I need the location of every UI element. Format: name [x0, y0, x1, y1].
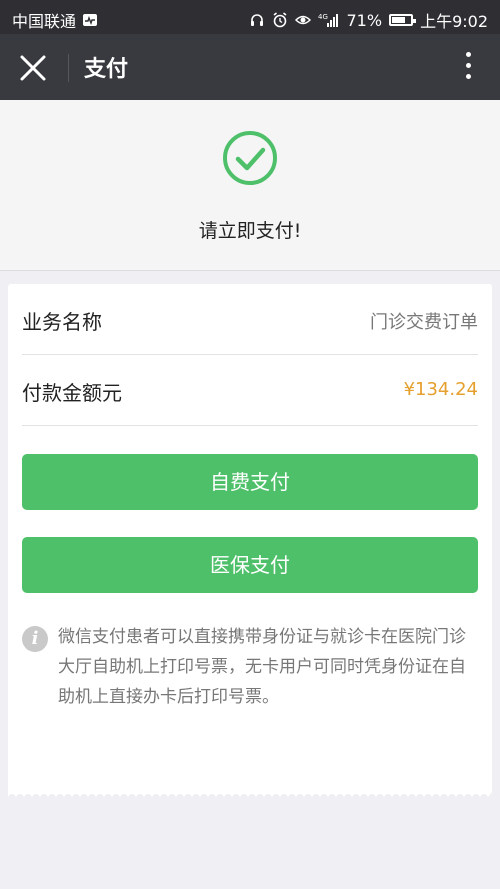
- status-bar: 中国联通 4G 71% 上午9:02: [0, 0, 500, 34]
- amount-value: ¥134.24: [403, 379, 478, 400]
- carrier-label: 中国联通: [12, 12, 77, 31]
- payment-prompt: 请立即支付!: [0, 100, 500, 271]
- svg-text:4G: 4G: [318, 13, 328, 21]
- status-right: 4G 71% 上午9:02: [249, 8, 488, 32]
- battery-icon: [389, 14, 417, 26]
- receipt-edge: [8, 784, 492, 797]
- clock: 上午9:02: [420, 12, 488, 31]
- amount-row: 付款金额元 ¥134.24: [22, 355, 478, 426]
- eye-icon: [294, 15, 311, 25]
- page-title: 支付: [84, 57, 129, 82]
- info-icon: i: [22, 626, 48, 652]
- close-icon[interactable]: [18, 53, 48, 83]
- insurance-pay-button[interactable]: 医保支付: [22, 537, 478, 593]
- nav-divider: [68, 54, 69, 82]
- signal-4g-icon: 4G: [318, 13, 338, 27]
- business-name-label: 业务名称: [22, 310, 102, 334]
- pay-now-message: 请立即支付!: [198, 220, 302, 242]
- business-name-value: 门诊交费订单: [370, 312, 478, 333]
- headphones-icon: [250, 14, 263, 26]
- info-note-text: 微信支付患者可以直接携带身份证与就诊卡在医院门诊大厅自助机上打印号票，无卡用户可…: [58, 627, 466, 707]
- alarm-icon: [273, 12, 286, 28]
- order-card: 业务名称 门诊交费订单 付款金额元 ¥134.24 自费支付 医保支付 i 微信…: [8, 284, 492, 794]
- activity-icon: [83, 14, 98, 26]
- nav-bar: 支付: [0, 34, 500, 100]
- more-menu-icon[interactable]: [462, 52, 474, 84]
- battery-percent: 71%: [346, 10, 383, 30]
- self-pay-button[interactable]: 自费支付: [22, 454, 478, 510]
- amount-label: 付款金额元: [22, 381, 122, 405]
- check-circle-icon: [223, 131, 277, 185]
- status-left: 中国联通: [12, 8, 98, 32]
- business-name-row: 业务名称 门诊交费订单: [22, 284, 478, 355]
